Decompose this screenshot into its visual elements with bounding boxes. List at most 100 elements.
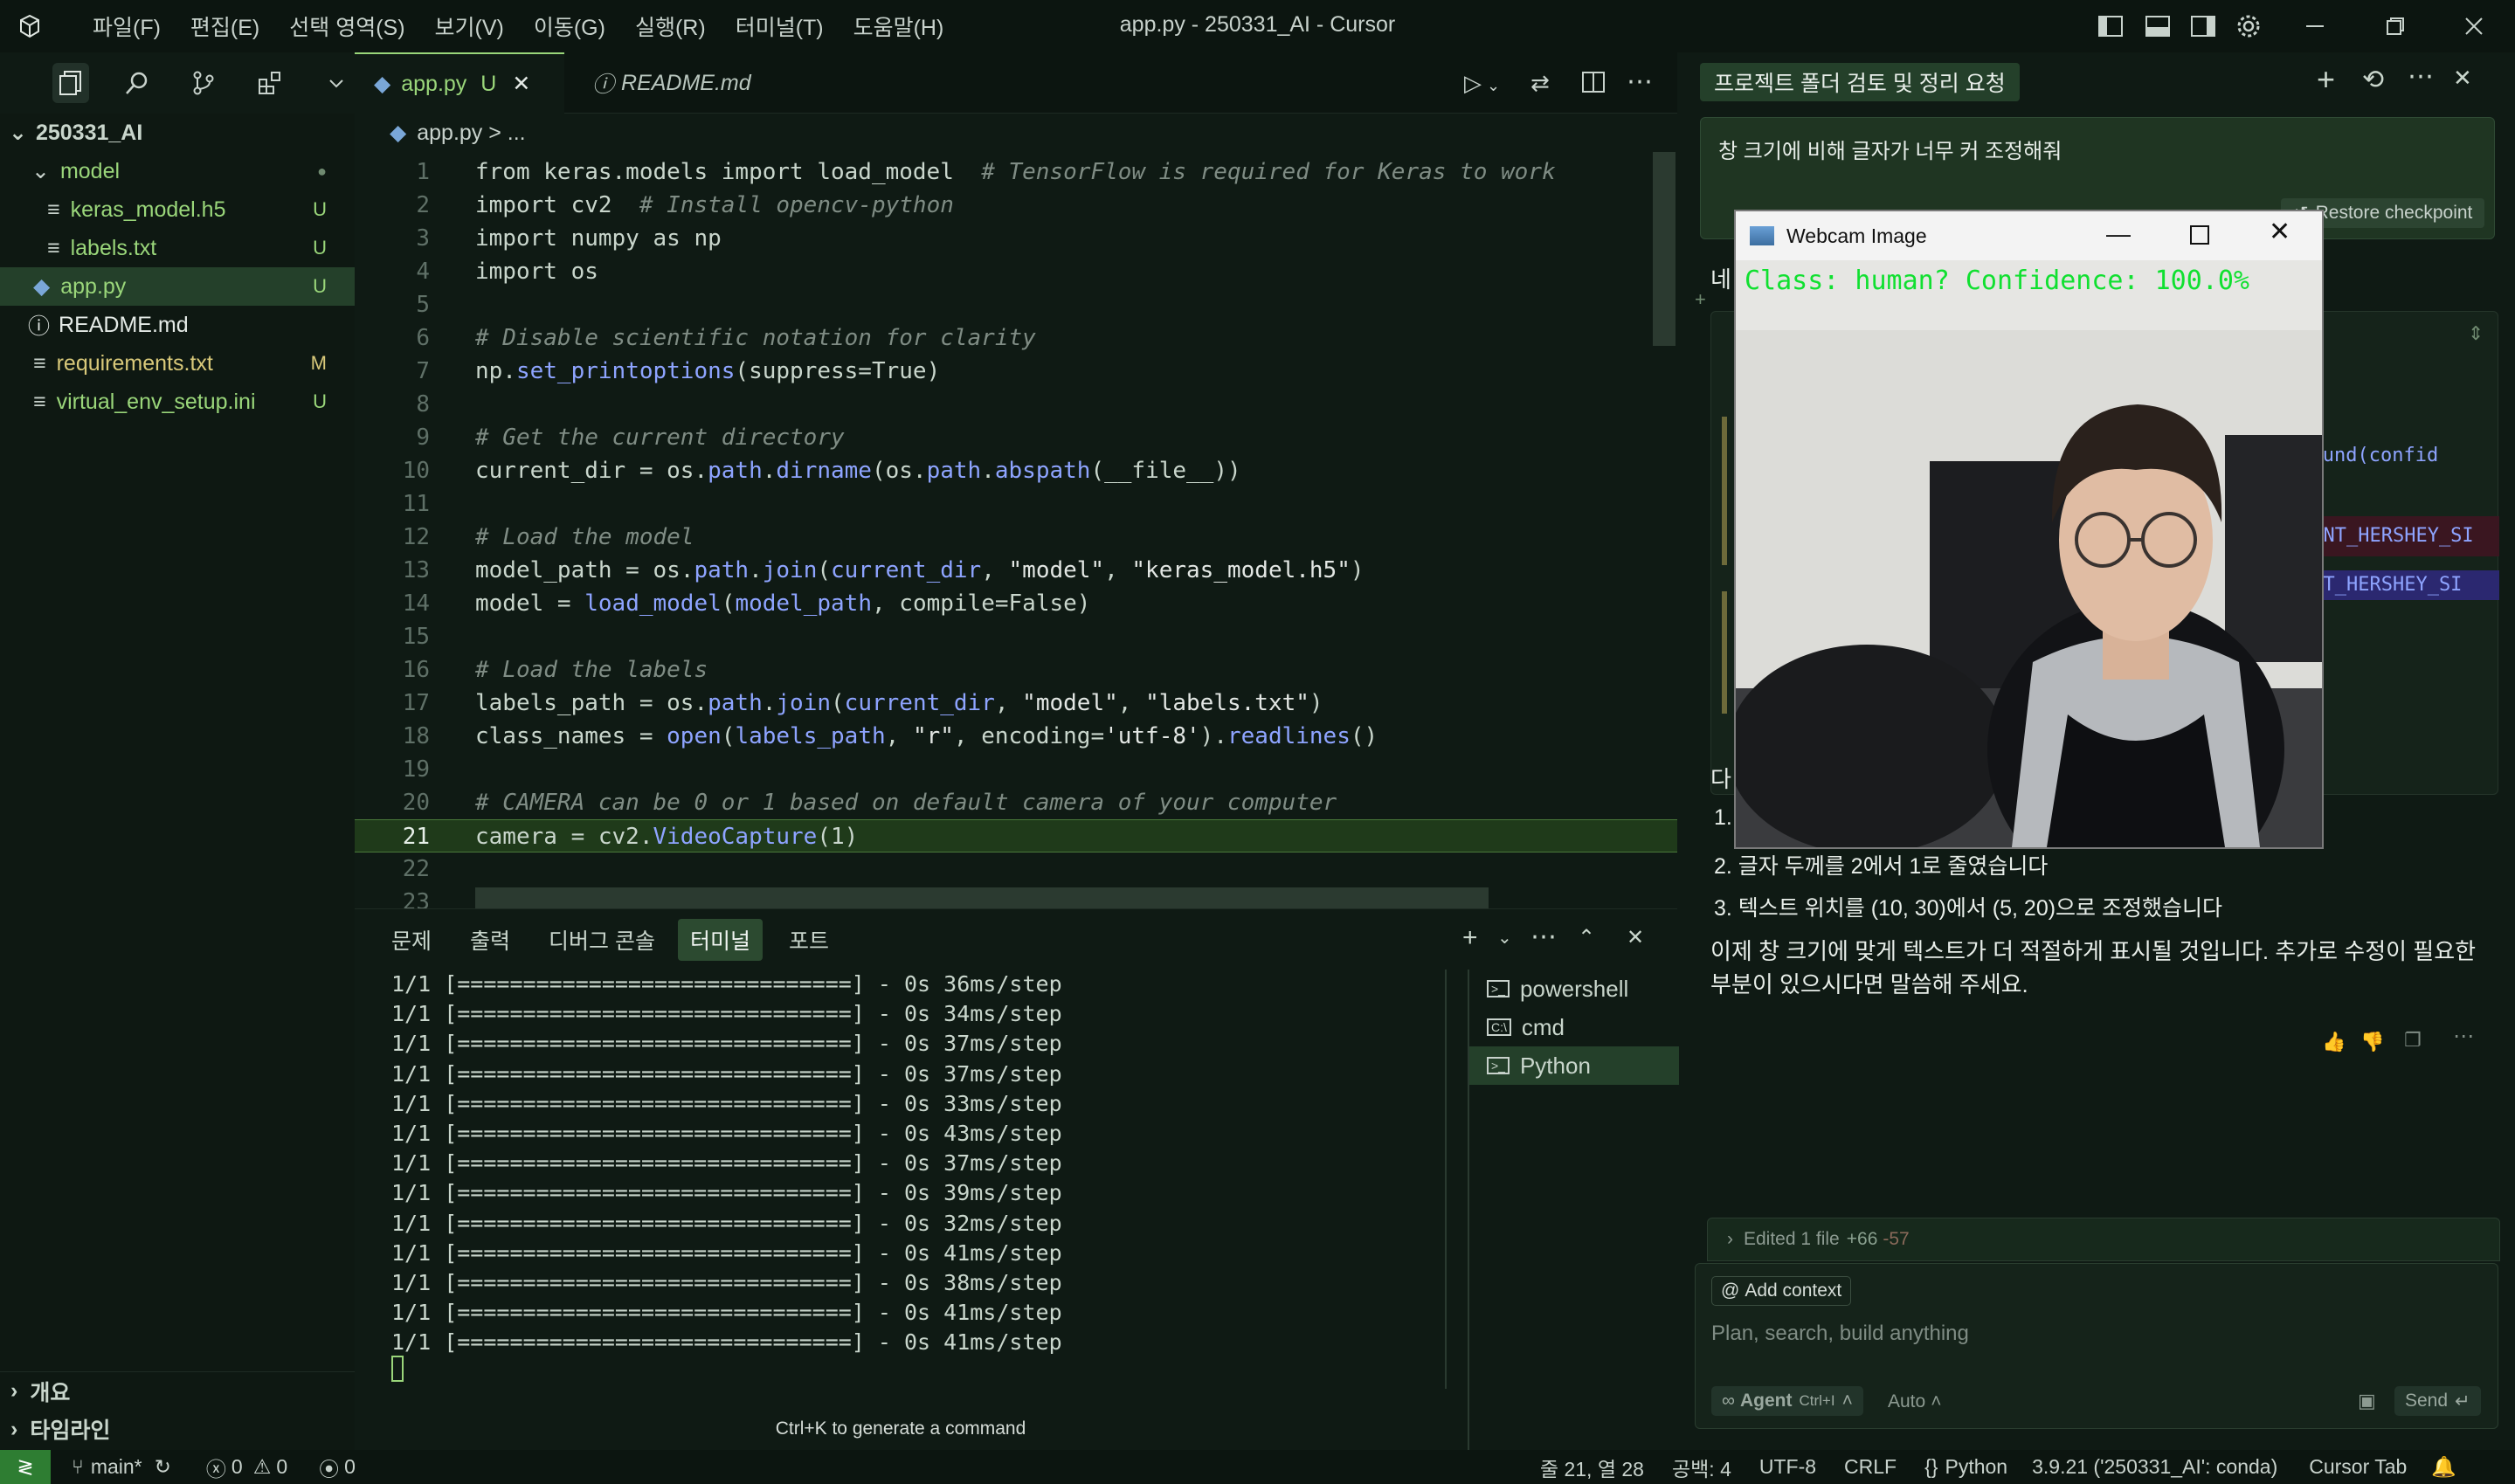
tab-terminal[interactable]: 터미널	[677, 918, 763, 961]
language-mode[interactable]: Python	[1945, 1455, 2007, 1479]
maximize-window-icon[interactable]	[2190, 225, 2209, 245]
tree-folder-model[interactable]: ⌄ model ●	[0, 152, 355, 190]
cursor-tab-status[interactable]: Cursor Tab	[2309, 1455, 2407, 1479]
model-select[interactable]: Auto ˄	[1888, 1391, 1941, 1412]
python-interpreter[interactable]: 3.9.21 ('250331_AI': conda)	[2032, 1455, 2277, 1479]
tab-readme[interactable]: ⓘ README.md	[573, 52, 770, 114]
close-panel-icon[interactable]: ✕	[1627, 925, 1644, 950]
settings-gear-icon[interactable]	[2233, 10, 2264, 42]
chevron-updown-icon[interactable]: ⇕	[2468, 322, 2484, 345]
error-count[interactable]: 0	[231, 1455, 243, 1479]
file-encoding[interactable]: UTF-8	[1759, 1455, 1816, 1479]
code-line[interactable]: 5	[355, 288, 1677, 321]
close-icon[interactable]: ✕	[2453, 65, 2472, 92]
chat-input-placeholder[interactable]: Plan, search, build anything	[1711, 1322, 1969, 1346]
ports-count[interactable]: 0	[344, 1455, 356, 1479]
maximize-panel-icon[interactable]: ⌃	[1578, 925, 1595, 950]
code-line[interactable]: 3 import numpy as np	[355, 222, 1677, 255]
minimize-window-icon[interactable]: —	[2106, 220, 2131, 248]
tab-debug-console[interactable]: 디버그 콘솔	[549, 924, 655, 956]
webcam-window[interactable]: Webcam Image — ✕ Class: human? Confidenc…	[1734, 210, 2324, 849]
menu-item[interactable]: 편집(E)	[190, 10, 259, 42]
search-icon[interactable]	[119, 63, 155, 103]
explorer-root-folder[interactable]: ⌄ 250331_AI	[0, 114, 355, 152]
minimize-window-icon[interactable]	[2299, 10, 2331, 42]
extensions-icon[interactable]	[252, 63, 288, 103]
run-icon[interactable]: ▷ ⌄	[1464, 70, 1500, 97]
agent-mode-button[interactable]: ∞ Agent Ctrl+I ˄	[1711, 1386, 1863, 1416]
tree-file-app-py[interactable]: ◆ app.py U	[0, 267, 355, 306]
tree-file-labels[interactable]: ≡ labels.txt U	[0, 229, 355, 267]
code-line[interactable]: 10 current_dir = os.path.dirname(os.path.…	[355, 454, 1677, 487]
close-icon[interactable]: ✕	[2269, 217, 2290, 247]
code-line[interactable]: 20 # CAMERA can be 0 or 1 based on defaul…	[355, 786, 1677, 819]
code-line[interactable]: 17 labels_path = os.path.join(current_dir…	[355, 687, 1677, 720]
menu-item[interactable]: 선택 영역(S)	[289, 10, 404, 42]
toggle-sidebar-icon[interactable]	[2095, 10, 2126, 42]
history-icon[interactable]: ⟲	[2362, 65, 2384, 95]
tab-problems[interactable]: 문제	[391, 924, 432, 956]
menu-item[interactable]: 파일(F)	[93, 10, 161, 42]
new-terminal-icon[interactable]: +	[1462, 923, 1478, 953]
terminal-output[interactable]: Ctrl+K to generate a command 1/1 [======…	[355, 970, 1447, 1450]
close-icon[interactable]: ✕	[512, 71, 530, 97]
menu-item[interactable]: 터미널(T)	[736, 10, 824, 42]
warning-count[interactable]: 0	[276, 1455, 287, 1479]
chevron-down-icon[interactable]	[318, 63, 355, 103]
expand-icon[interactable]: +	[1695, 288, 1706, 311]
restore-window-icon[interactable]	[2380, 10, 2411, 42]
tab-app-py[interactable]: ◆ app.py U ✕	[355, 52, 564, 114]
code-line[interactable]: 12 # Load the model	[355, 521, 1677, 554]
menu-item[interactable]: 이동(G)	[534, 10, 605, 42]
tree-file-keras-model[interactable]: ≡ keras_model.h5 U	[0, 190, 355, 229]
remote-indicator-icon[interactable]: ≷	[0, 1450, 51, 1484]
split-editor-icon[interactable]	[1581, 70, 1606, 99]
code-line[interactable]: 2 import cv2 # Install opencv-python	[355, 189, 1677, 222]
toggle-secondary-sidebar-icon[interactable]	[2187, 10, 2219, 42]
code-line[interactable]: 21 camera = cv2.VideoCapture(1)	[355, 819, 1677, 852]
tree-file-requirements[interactable]: ≡ requirements.txt M	[0, 344, 355, 383]
sync-icon[interactable]: ↻	[155, 1455, 171, 1479]
bell-icon[interactable]: 🔔	[2431, 1455, 2456, 1479]
tab-output[interactable]: 출력	[470, 924, 510, 956]
code-editor[interactable]: 1 from keras.models import load_model # T…	[355, 152, 1677, 908]
code-line[interactable]: 4 import os	[355, 255, 1677, 288]
code-line[interactable]: 15	[355, 620, 1677, 653]
explorer-icon[interactable]	[52, 63, 89, 103]
indent-setting[interactable]: 공백: 4	[1672, 1453, 1731, 1482]
toggle-panel-icon[interactable]	[2142, 10, 2173, 42]
thumbs-up-icon[interactable]: 👍	[2322, 1031, 2346, 1053]
code-line[interactable]: 16 # Load the labels	[355, 653, 1677, 687]
code-line[interactable]: 1 from keras.models import load_model # T…	[355, 155, 1677, 189]
new-chat-icon[interactable]: +	[2317, 61, 2335, 98]
git-branch[interactable]: main*	[91, 1455, 142, 1479]
code-line[interactable]: 9 # Get the current directory	[355, 421, 1677, 454]
code-line[interactable]: 18 class_names = open(labels_path, "r", e…	[355, 720, 1677, 753]
menu-item[interactable]: 실행(R)	[635, 10, 706, 42]
code-line[interactable]: 11	[355, 487, 1677, 521]
outline-section[interactable]: › 개요	[0, 1371, 355, 1410]
tree-file-readme[interactable]: ⓘ README.md	[0, 306, 355, 344]
chat-title[interactable]: 프로젝트 폴더 검토 및 정리 요청	[1700, 63, 2020, 101]
code-line[interactable]: 7 np.set_printoptions(suppress=True)	[355, 355, 1677, 388]
code-line[interactable]: 23	[355, 886, 1677, 908]
chevron-down-icon[interactable]: ⌄	[1497, 927, 1512, 949]
send-button[interactable]: Send ↵	[2394, 1386, 2481, 1416]
cursor-position[interactable]: 줄 21, 열 28	[1540, 1453, 1644, 1482]
terminal-item-cmd[interactable]: C:\ cmd	[1469, 1008, 1679, 1046]
code-line[interactable]: 19	[355, 753, 1677, 786]
add-context-button[interactable]: @ Add context	[1711, 1276, 1852, 1306]
compare-changes-icon[interactable]: ⇄	[1530, 70, 1550, 97]
menu-item[interactable]: 보기(V)	[435, 10, 504, 42]
code-line[interactable]: 22	[355, 852, 1677, 886]
terminal-item-python[interactable]: >_ Python	[1469, 1046, 1679, 1085]
chat-input-box[interactable]: @ Add context Plan, search, build anythin…	[1695, 1263, 2498, 1429]
menu-item[interactable]: 도움말(H)	[853, 10, 944, 42]
code-line[interactable]: 6 # Disable scientific notation for clari…	[355, 321, 1677, 355]
source-control-icon[interactable]	[185, 63, 222, 103]
more-actions-icon[interactable]: ⋯	[1530, 921, 1557, 952]
terminal-item-powershell[interactable]: >_ powershell	[1469, 970, 1679, 1008]
more-actions-icon[interactable]: ⋯	[1627, 66, 1653, 97]
thumbs-down-icon[interactable]: 👎	[2360, 1031, 2384, 1053]
code-line[interactable]: 8	[355, 388, 1677, 421]
